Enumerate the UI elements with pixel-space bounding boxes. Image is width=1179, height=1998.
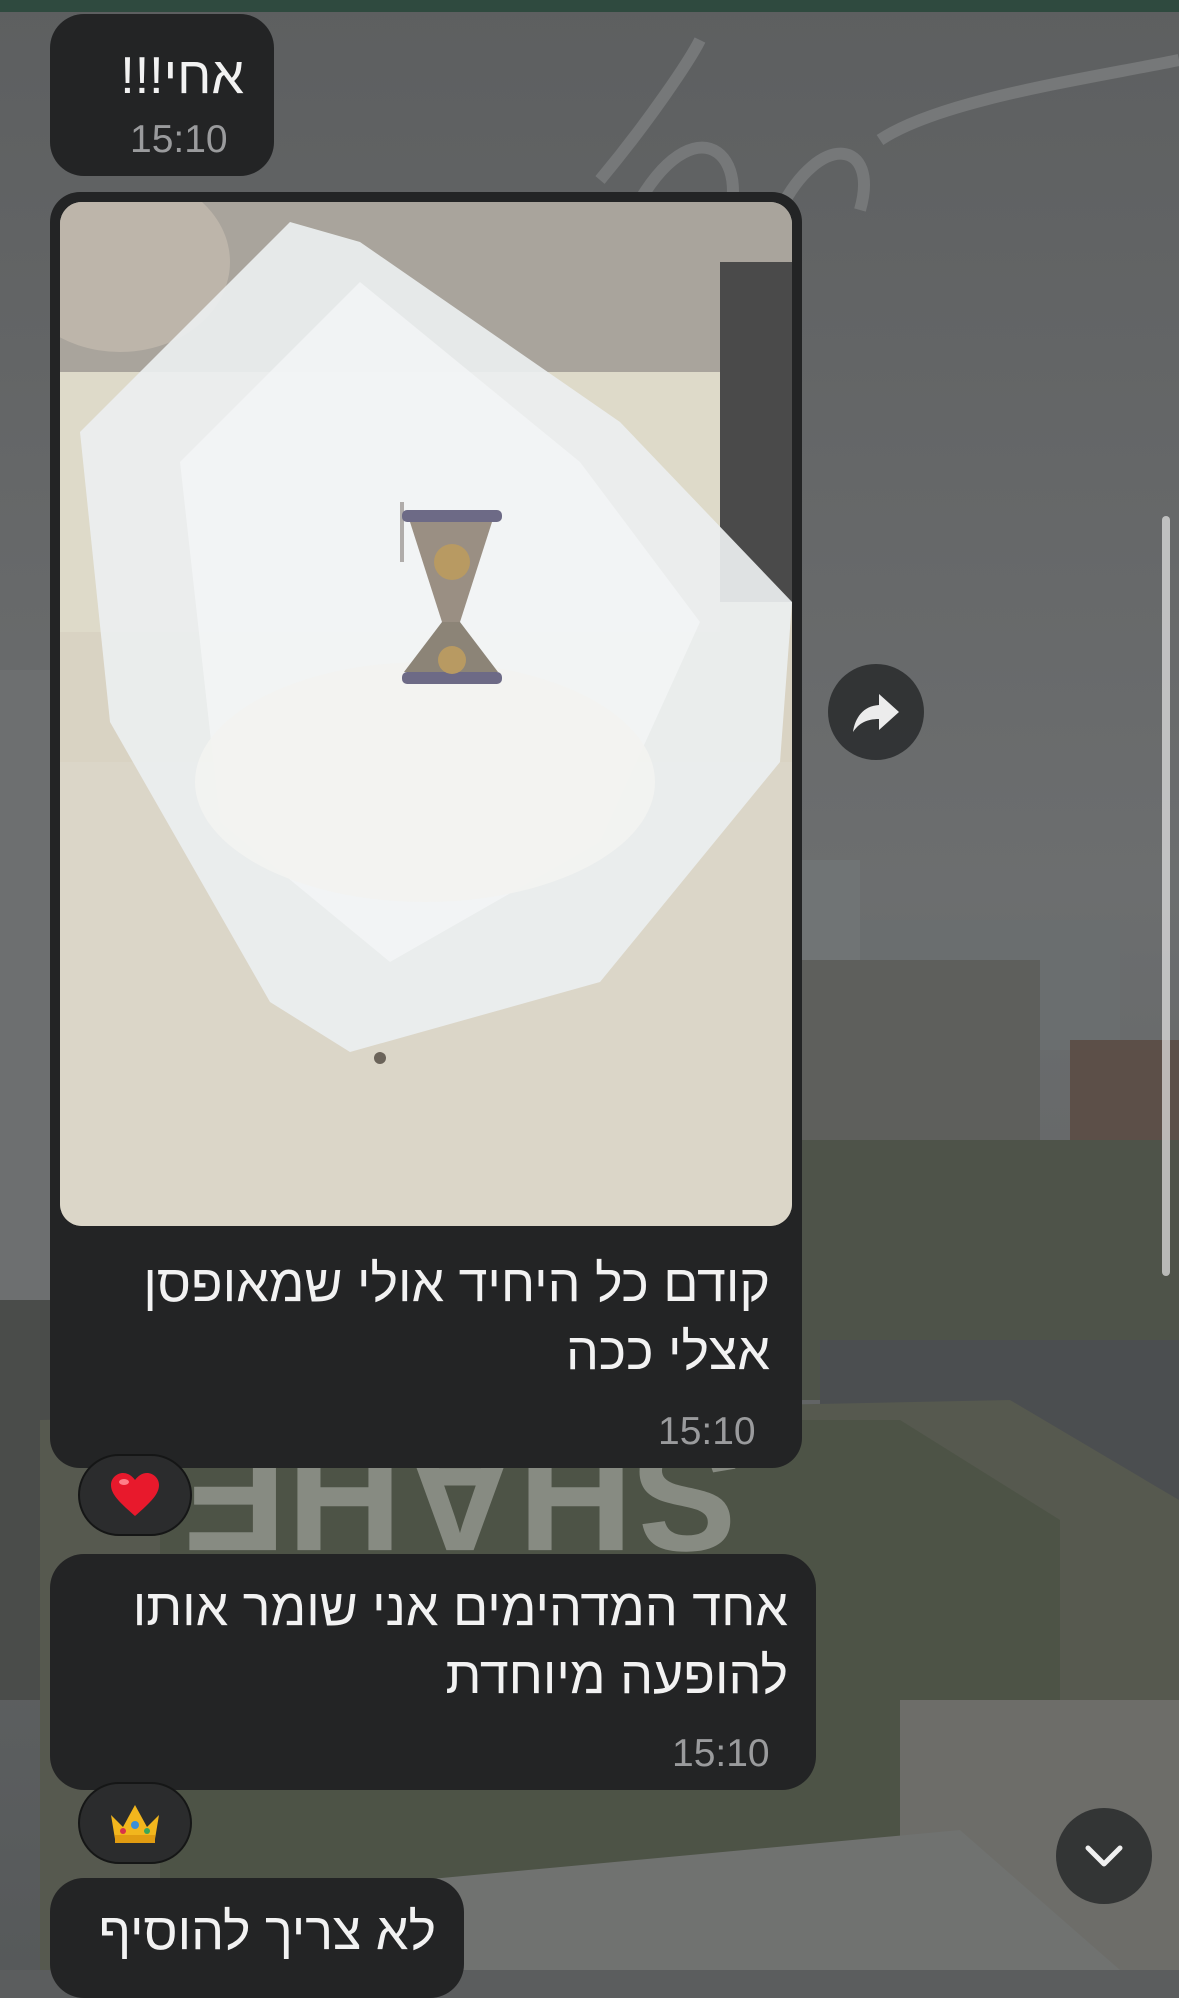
message-bubble[interactable]: לא צריך להוסיף xyxy=(50,1878,464,1998)
reaction-badge[interactable] xyxy=(78,1454,192,1536)
message-text: לא צריך להוסיף xyxy=(98,1903,436,1961)
forward-arrow-icon xyxy=(853,694,899,732)
scrollbar[interactable] xyxy=(1162,516,1170,1276)
forward-button[interactable] xyxy=(828,664,924,760)
photo-hourglass-in-plastic xyxy=(60,202,792,1226)
heart-icon xyxy=(111,1473,159,1516)
message-bubble[interactable]: אחי!!! 15:10 xyxy=(50,14,274,176)
attached-photo[interactable] xyxy=(60,202,792,1226)
photo-message-bubble[interactable]: קודם כל היחיד אולי שמאופסן אצלי ככה 15:1… xyxy=(50,192,802,1468)
scroll-down-button[interactable] xyxy=(1056,1808,1152,1904)
reaction-badge[interactable] xyxy=(78,1782,192,1864)
crown-icon xyxy=(111,1805,159,1843)
chevron-down-icon xyxy=(1085,1845,1123,1867)
top-status-strip xyxy=(0,0,1179,12)
message-time: 15:10 xyxy=(658,1410,756,1453)
message-text: אחד המדהימים אני שומר אותו להופעה מיוחדת xyxy=(132,1579,788,1705)
message-bubble[interactable]: אחד המדהימים אני שומר אותו להופעה מיוחדת… xyxy=(50,1554,816,1790)
message-time: 15:10 xyxy=(130,118,228,161)
message-time: 15:10 xyxy=(672,1732,770,1775)
message-text: אחי!!! xyxy=(120,47,244,105)
message-text: קודם כל היחיד אולי שמאופסן אצלי ככה xyxy=(143,1255,770,1381)
